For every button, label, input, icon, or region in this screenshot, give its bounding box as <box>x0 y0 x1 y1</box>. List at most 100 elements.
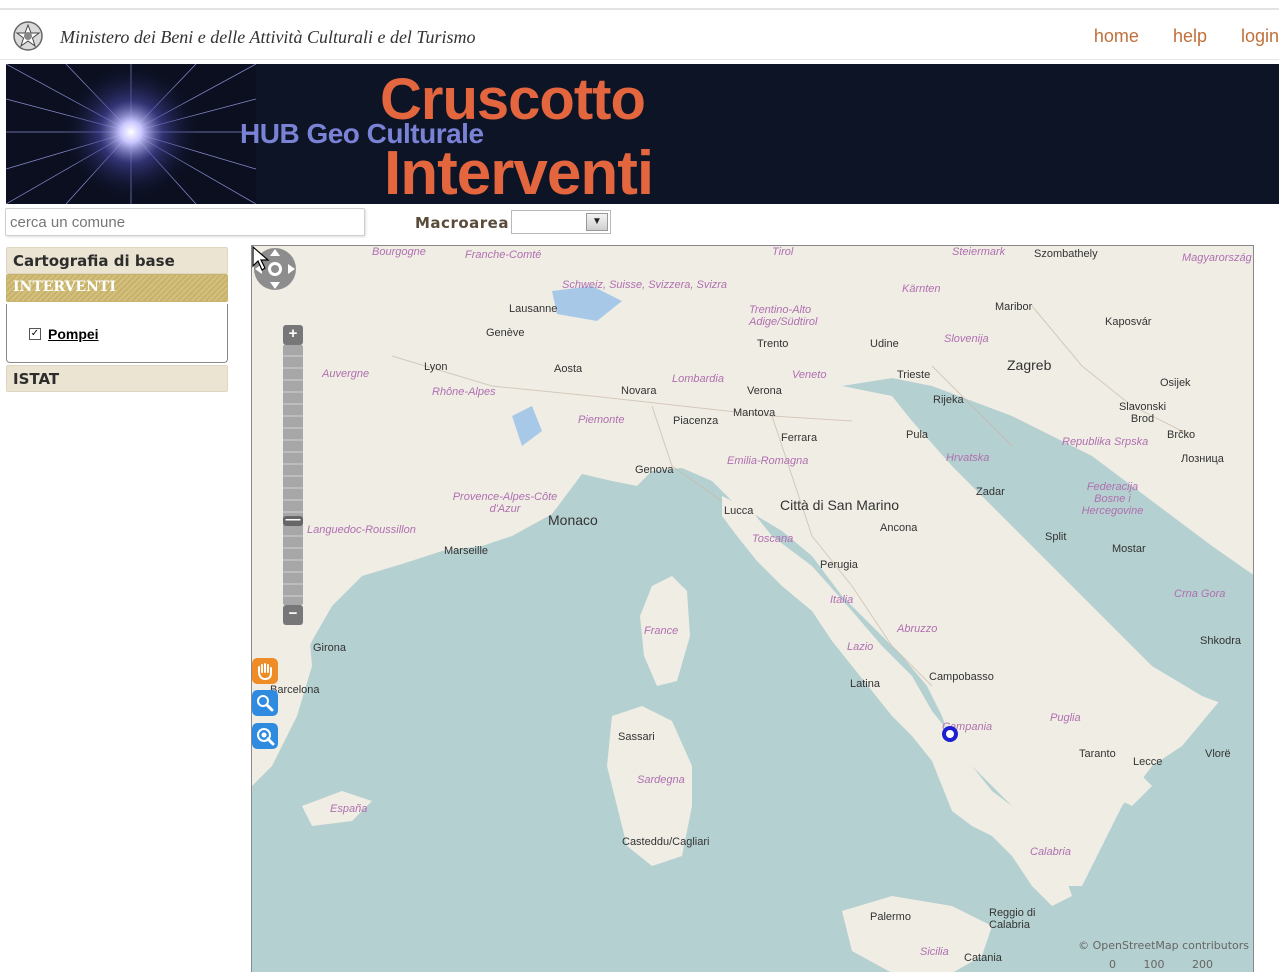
section-cartografia-di-base[interactable]: Cartografia di base <box>6 247 228 274</box>
map-label-veneto: Veneto <box>792 369 827 381</box>
map-label-zadar: Zadar <box>976 486 1005 498</box>
map-label-maribor: Maribor <box>995 301 1033 313</box>
map-label-san-marino: Città di San Marino <box>780 497 900 513</box>
map-label-verona: Verona <box>747 385 782 397</box>
map-label-rijeka: Rijeka <box>933 394 964 406</box>
interventi-panel: ✓ Pompei <box>6 304 228 363</box>
map-label-lausanne: Lausanne <box>509 303 558 315</box>
italian-republic-emblem-icon <box>13 21 43 51</box>
map-label-hrvatska: Hrvatska <box>946 452 990 464</box>
map-label-szombathely: Szombathely <box>1034 248 1098 260</box>
map-label-lecce: Lecce <box>1133 756 1163 768</box>
top-divider <box>0 8 1279 10</box>
map-label-udine: Udine <box>870 338 899 350</box>
map-label-tirol: Tirol <box>772 246 794 258</box>
map-label-sicilia: Sicilia <box>920 946 949 958</box>
map-label-lucca: Lucca <box>724 505 754 517</box>
map-label-slavonski-brod: Slavonski Brod <box>1118 401 1167 425</box>
map-label-latina: Latina <box>850 678 880 690</box>
map-label-piacenza: Piacenza <box>673 415 719 427</box>
map-attribution: © OpenStreetMap contributors <box>1078 939 1249 952</box>
map-label-france: France <box>644 625 679 637</box>
map-label-steiermark: Steiermark <box>952 246 1006 258</box>
map-label-cagliari: Casteddu/Cagliari <box>622 836 710 848</box>
map-label-trento: Trento <box>757 338 789 350</box>
zoom-slider-track[interactable] <box>283 345 303 605</box>
app-banner: HUB Geo Culturale Cruscotto Interventi <box>6 64 1279 204</box>
map-label-trentino: Trentino-Alto Adige/Südtirol <box>749 304 818 328</box>
map-label-trieste: Trieste <box>897 369 931 381</box>
map-label-rhone: Rhône-Alpes <box>432 386 496 398</box>
map-label-brcko: Brčko <box>1167 429 1196 441</box>
map-label-aosta: Aosta <box>554 363 583 375</box>
map-label-vlore: Vlorë <box>1205 748 1231 760</box>
home-link[interactable]: home <box>1094 26 1139 47</box>
map-label-calabria: Calabria <box>1030 846 1071 858</box>
map-label-espana: España <box>330 803 368 815</box>
map-label-kaposvar: Kaposvár <box>1105 316 1152 328</box>
map-label-federacija: Federacija Bosne i Hercegovine <box>1081 481 1144 517</box>
map-label-palermo: Palermo <box>870 911 911 923</box>
map-label-lazio: Lazio <box>847 641 874 653</box>
map-label-languedoc: Languedoc-Roussillon <box>307 524 416 536</box>
map-label-taranto: Taranto <box>1079 748 1116 760</box>
map-label-sassari: Sassari <box>618 731 655 743</box>
zoom-in-button[interactable]: + <box>283 325 303 345</box>
map-label-geneve: Genève <box>486 327 525 339</box>
macroarea-select[interactable]: ▼ <box>511 210 611 234</box>
zoom-box-tool-icon[interactable] <box>252 690 278 716</box>
basemap-tiles <box>252 246 1253 972</box>
pompei-marker[interactable] <box>942 726 958 742</box>
scale-label-100: 100 <box>1143 958 1165 971</box>
map-label-split: Split <box>1045 531 1067 543</box>
map-label-republika-srpska: Republika Srpska <box>1062 436 1149 448</box>
section-interventi[interactable]: INTERVENTI <box>6 274 228 302</box>
scale-label-200: 200 <box>1192 958 1213 971</box>
map-label-bourgogne: Bourgogne <box>372 246 426 258</box>
zoom-out-button[interactable]: − <box>283 605 303 625</box>
section-istat[interactable]: ISTAT <box>6 365 228 392</box>
map-label-perugia: Perugia <box>820 559 858 571</box>
login-link[interactable]: login <box>1241 26 1279 47</box>
map-label-karnten: Kärnten <box>902 283 941 295</box>
top-nav: home help login <box>1060 26 1279 47</box>
zoom-slider-handle[interactable]: — <box>283 512 303 527</box>
chevron-down-icon[interactable]: ▼ <box>586 213 608 231</box>
map-label-marseille: Marseille <box>444 545 489 557</box>
map-label-sardegna: Sardegna <box>637 774 685 786</box>
banner-title-line1: Cruscotto <box>380 67 646 132</box>
map-label-italia: Italia <box>830 594 854 606</box>
map-label-toscana: Toscana <box>752 533 794 545</box>
comune-search-input[interactable] <box>5 208 365 236</box>
pompei-checkbox[interactable]: ✓ <box>29 328 41 340</box>
map-label-reggio: Reggio di Calabria <box>989 907 1036 931</box>
map-label-shkodra: Shkodra <box>1200 635 1241 647</box>
map-viewport[interactable]: Zagreb Szombathely Magyarország Schweiz,… <box>251 245 1254 972</box>
map-label-slovenija: Slovenija <box>944 333 989 345</box>
map-label-schweiz: Schweiz, Suisse, Svizzera, Svizra <box>562 279 728 291</box>
help-link[interactable]: help <box>1173 26 1207 47</box>
map-label-lyon: Lyon <box>424 361 448 373</box>
pompei-layer-label[interactable]: Pompei <box>48 326 99 342</box>
map-label-mostar: Mostar <box>1112 543 1146 555</box>
map-label-provence: Provence-Alpes-Côte d'Azur <box>452 491 558 515</box>
map-label-auvergne: Auvergne <box>322 368 370 380</box>
mouse-cursor-icon <box>252 246 270 271</box>
map-label-genova: Genova <box>635 464 674 476</box>
map-label-girona: Girona <box>313 642 347 654</box>
map-label-zagreb: Zagreb <box>1007 357 1052 373</box>
macroarea-label: Macroarea <box>415 214 509 232</box>
starburst-image <box>6 64 256 204</box>
map-label-novara: Novara <box>621 385 657 397</box>
map-label-catania: Catania <box>964 952 1002 964</box>
identify-tool-icon[interactable] <box>252 723 278 749</box>
map-label-crna-gora: Crna Gora <box>1174 588 1226 600</box>
map-label-ferrara: Ferrara <box>781 432 818 444</box>
map-label-campobasso: Campobasso <box>929 671 994 683</box>
banner-title-line2: Interventi <box>384 139 654 204</box>
map-label-lombardia: Lombardia <box>672 373 724 385</box>
hand-pan-tool-icon[interactable] <box>252 658 278 684</box>
map-label-pula: Pula <box>906 429 929 441</box>
map-label-franche-comte: Franche-Comté <box>465 249 542 261</box>
map-label-loznica: Лозница <box>1181 453 1224 465</box>
